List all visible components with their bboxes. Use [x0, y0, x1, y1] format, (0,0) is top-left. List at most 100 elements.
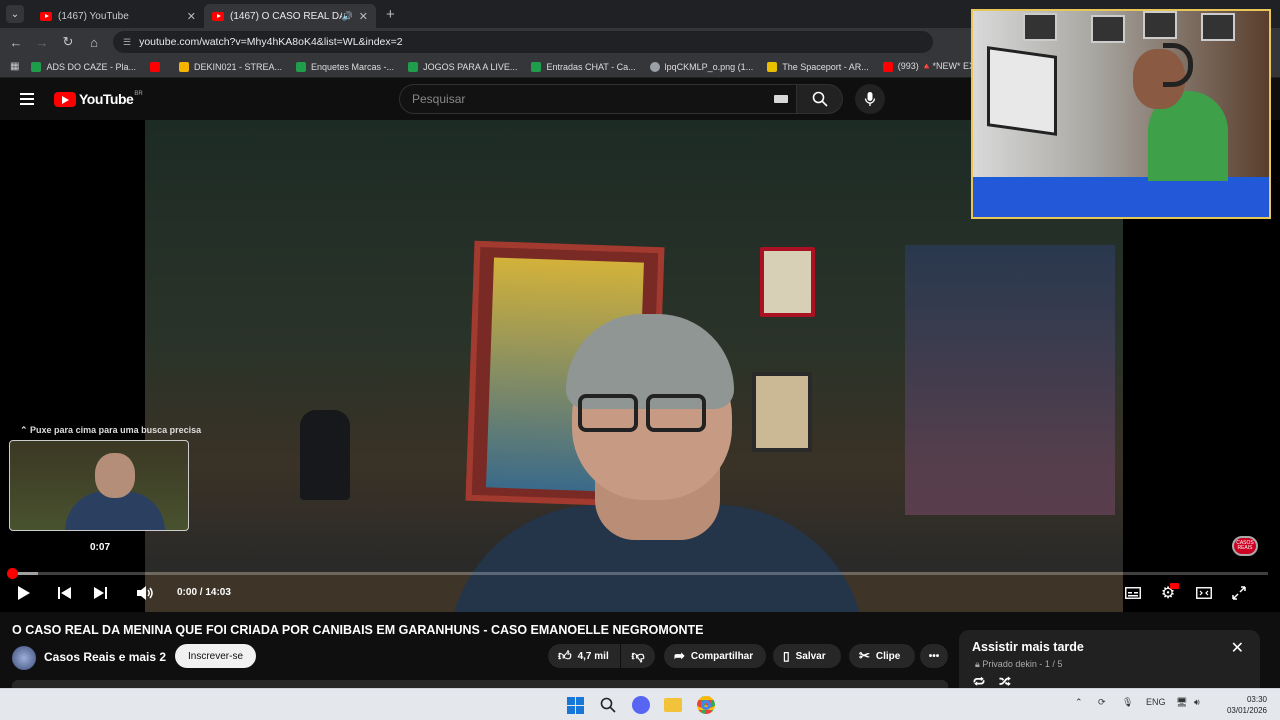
scissors-icon: ✂: [859, 648, 870, 663]
theater-mode-button[interactable]: [1194, 582, 1214, 604]
network-icon[interactable]: 🖥︎: [1176, 697, 1187, 708]
thumbs-up-icon: 👍︎: [558, 648, 572, 663]
tray-chevron-up-icon[interactable]: ⌃: [1075, 697, 1083, 708]
sheets-icon: [408, 61, 419, 72]
glasses-image: [578, 394, 638, 432]
back-arrow-icon[interactable]: ←: [3, 35, 29, 50]
action-figure-image: [300, 410, 350, 500]
bookmark-item[interactable]: JOGOS PARA A LIVE...: [408, 61, 517, 72]
tab-close-icon[interactable]: ✕: [187, 10, 196, 23]
playlist-subtitle: 🔒︎ Privado dekin - 1 / 5: [975, 659, 1063, 669]
tab-close-icon[interactable]: ✕: [359, 10, 368, 23]
tab-audio-icon[interactable]: 🔊: [342, 11, 353, 22]
system-clock[interactable]: 03:30 03/01/2026: [1215, 694, 1267, 716]
close-icon[interactable]: ✕: [1231, 638, 1244, 658]
more-actions-button[interactable]: •••: [920, 644, 948, 668]
taskbar-chrome[interactable]: [696, 695, 716, 715]
windows-taskbar: ⌃ ⟳ 🎙︎ ENG 🖥︎ 🔊︎ 03:30 03/01/2026: [0, 688, 1280, 720]
keyboard-icon[interactable]: [774, 95, 788, 103]
url-text: youtube.com/watch?v=Mhy4hKA8oK4&list=WL&…: [139, 36, 403, 48]
bookmark-item[interactable]: ADS DO CAZE - Pla...: [31, 61, 136, 72]
wall-poster-image: [905, 245, 1115, 515]
search-button[interactable]: [797, 84, 843, 114]
home-icon[interactable]: ⌂: [81, 35, 107, 50]
webcam-overlay: [971, 9, 1271, 219]
save-button[interactable]: ▯ Salvar: [773, 644, 841, 668]
tab-search-chevron-icon[interactable]: ⌄: [6, 5, 24, 23]
hd-badge: [1170, 583, 1179, 589]
bookmark-item[interactable]: lpqCKMLP_o.png (1...: [649, 61, 753, 72]
previous-button[interactable]: [55, 582, 75, 604]
thumbs-down-icon: 👎︎: [631, 648, 645, 663]
share-button[interactable]: ➦ Compartilhar: [664, 644, 766, 668]
youtube-logo[interactable]: YouTube BR: [54, 91, 143, 107]
search-placeholder: Pesquisar: [412, 92, 466, 106]
share-label: Compartilhar: [690, 650, 754, 662]
bookmark-icon: ▯: [783, 649, 790, 663]
fullscreen-button[interactable]: [1229, 582, 1249, 604]
mute-button[interactable]: [135, 582, 157, 604]
next-icon: [94, 587, 107, 599]
like-count: 4,7 mil: [577, 650, 609, 662]
microphone-tray-icon[interactable]: 🎙︎: [1122, 697, 1133, 708]
settings-button[interactable]: ⚙: [1157, 582, 1179, 604]
scrubber-handle[interactable]: [7, 568, 18, 579]
browser-tab-video[interactable]: (1467) O CASO REAL DA M 🔊 ✕: [204, 4, 376, 28]
microphone-icon: [864, 92, 876, 106]
framed-comic-image: [752, 372, 812, 452]
taskbar-search-button[interactable]: [598, 695, 618, 715]
clip-button[interactable]: ✂ Clipe: [849, 644, 915, 668]
windows-logo-icon: [566, 696, 584, 714]
sync-icon[interactable]: ⟳: [1098, 697, 1106, 708]
chrome-icon: [697, 696, 715, 714]
channel-watermark[interactable]: CASOS REAIS: [1232, 536, 1258, 556]
youtube-favicon-icon: [40, 11, 52, 21]
logo-text: YouTube: [79, 91, 134, 107]
language-indicator[interactable]: ENG: [1146, 697, 1166, 707]
save-label: Salvar: [795, 650, 826, 662]
seek-preview-time: 0:07: [90, 542, 111, 553]
dislike-button[interactable]: 👎︎: [621, 644, 655, 668]
channel-name[interactable]: Casos Reais e mais 2: [44, 650, 166, 664]
forward-arrow-icon[interactable]: →: [29, 35, 55, 50]
bookmark-item[interactable]: The Spaceport - AR...: [767, 61, 869, 72]
shuffle-icon[interactable]: 🔀︎: [999, 675, 1025, 689]
taskbar-file-explorer[interactable]: [663, 695, 683, 715]
loop-icon[interactable]: 🔁︎: [973, 675, 999, 689]
subscribe-button[interactable]: Inscrever-se: [175, 644, 256, 668]
apps-grid-icon[interactable]: ▦: [10, 61, 19, 72]
next-button[interactable]: [90, 582, 110, 604]
menu-hamburger-icon[interactable]: [20, 93, 34, 105]
sheets-icon: [531, 61, 542, 72]
progress-bar[interactable]: [7, 568, 1268, 579]
subtitles-button[interactable]: [1123, 582, 1143, 604]
play-button[interactable]: [14, 582, 34, 604]
start-button[interactable]: [565, 695, 585, 715]
like-button[interactable]: 👍︎ 4,7 mil: [548, 644, 620, 668]
previous-icon: [58, 587, 71, 599]
bookmark-item[interactable]: [149, 61, 165, 72]
player-controls: 0:00 / 14:03 ⚙: [0, 582, 1280, 604]
browser-tab-youtube-home[interactable]: (1467) YouTube ✕: [32, 4, 204, 28]
globe-icon: [649, 61, 660, 72]
search-input[interactable]: Pesquisar: [399, 84, 797, 114]
seek-preview-thumbnail: [9, 440, 189, 531]
address-bar[interactable]: ☰ youtube.com/watch?v=Mhy4hKA8oK4&list=W…: [113, 31, 933, 53]
playlist-title[interactable]: Assistir mais tarde: [972, 640, 1084, 654]
reload-icon[interactable]: ↻: [55, 34, 81, 50]
share-arrow-icon: ➦: [674, 648, 685, 663]
bookmark-item[interactable]: Entradas CHAT - Ca...: [531, 61, 636, 72]
bookmark-item[interactable]: Enquetes Marcas -...: [296, 61, 394, 72]
subtitles-icon: [1125, 587, 1141, 599]
tab-title: (1467) O CASO REAL DA M: [230, 10, 342, 22]
folder-icon: [664, 698, 682, 712]
new-tab-plus-icon[interactable]: +: [386, 6, 395, 23]
site-info-icon[interactable]: ☰: [123, 37, 131, 48]
channel-avatar[interactable]: [12, 646, 36, 670]
voice-search-button[interactable]: [855, 84, 885, 114]
bookmark-item[interactable]: DEKIN021 - STREA...: [178, 61, 282, 72]
speaker-icon[interactable]: 🔊︎: [1194, 697, 1200, 708]
description-box[interactable]: [12, 680, 948, 688]
clock-time: 03:30: [1246, 695, 1267, 704]
taskbar-discord[interactable]: [631, 695, 651, 715]
